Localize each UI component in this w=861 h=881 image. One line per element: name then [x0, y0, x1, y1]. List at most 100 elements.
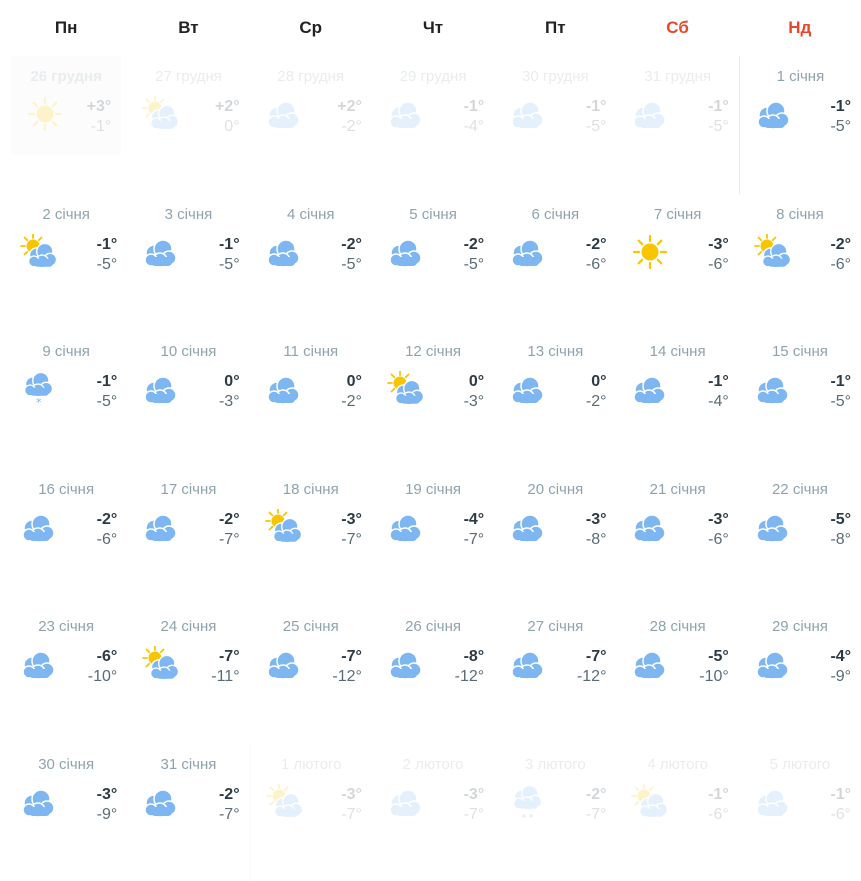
temp-min: -2°	[586, 393, 607, 411]
day-cell[interactable]: 23 січня-6°-10°	[5, 606, 127, 744]
day-cell[interactable]: 2 січня-1°-5°	[5, 194, 127, 332]
day-date: 11 січня	[250, 343, 372, 360]
day-cell[interactable]: 19 січня-4°-7°	[372, 469, 494, 607]
temp-min: -3°	[464, 393, 485, 411]
day-cell[interactable]: 27 січня-7°-12°	[494, 606, 616, 744]
day-cell[interactable]: 26 грудня+3°-1°	[11, 56, 121, 154]
temp-max: +3°	[87, 98, 112, 116]
day-cell[interactable]: 18 січня-3°-7°	[250, 469, 372, 607]
day-date: 25 січня	[250, 618, 372, 635]
day-cell[interactable]: 8 січня-2°-6°	[739, 194, 861, 332]
day-date: 6 січня	[494, 206, 616, 223]
day-date: 30 грудня	[494, 68, 616, 85]
cloudy-icon	[630, 371, 670, 407]
temp-max: -3°	[97, 786, 118, 804]
day-date: 18 січня	[250, 481, 372, 498]
cloudy-icon	[141, 784, 181, 820]
day-cell[interactable]: 31 грудня-1°-5°	[616, 56, 738, 194]
day-cell[interactable]: 22 січня-5°-8°	[739, 469, 861, 607]
snow-icon: *	[19, 371, 59, 407]
partly-cloudy-icon	[264, 509, 304, 545]
temp-min: -5°	[97, 256, 118, 274]
cloudy-icon	[754, 96, 794, 132]
day-date: 2 лютого	[372, 756, 494, 773]
day-cell[interactable]: 11 січня0°-2°	[250, 331, 372, 469]
day-cell[interactable]: 15 січня-1°-5°	[739, 331, 861, 469]
temp-min: -6°	[830, 256, 851, 274]
temp-min: -7°	[586, 806, 607, 824]
day-cell[interactable]: 1 січня-1°-5°	[739, 56, 861, 194]
day-cell[interactable]: 14 січня-1°-4°	[616, 331, 738, 469]
cloudy-icon	[630, 509, 670, 545]
day-cell[interactable]: 5 лютого-1°-6°	[739, 744, 861, 881]
cloudy-icon	[508, 509, 548, 545]
temp-max: -1°	[830, 373, 851, 391]
svg-text:*: *	[36, 396, 42, 407]
weekday-label: Сб	[616, 0, 738, 56]
temp-max: 0°	[224, 373, 239, 391]
day-cell[interactable]: 9 січня*-1°-5°	[5, 331, 127, 469]
day-cell[interactable]: 29 січня-4°-9°	[739, 606, 861, 744]
cloudy-icon	[508, 96, 548, 132]
day-cell[interactable]: 5 січня-2°-5°	[372, 194, 494, 332]
day-date: 4 січня	[250, 206, 372, 223]
temp-min: -5°	[708, 118, 729, 136]
day-cell[interactable]: 24 січня-7°-11°	[127, 606, 249, 744]
day-cell[interactable]: 1 лютого-3°-7°	[250, 744, 372, 881]
day-cell[interactable]: 10 січня0°-3°	[127, 331, 249, 469]
day-date: 19 січня	[372, 481, 494, 498]
cloudy-icon	[753, 509, 793, 545]
cloudy-icon	[386, 234, 426, 270]
cloudy-icon	[508, 371, 548, 407]
day-cell[interactable]: 7 січня-3°-6°	[616, 194, 738, 332]
temp-max: -1°	[830, 786, 851, 804]
day-cell[interactable]: 17 січня-2°-7°	[127, 469, 249, 607]
day-cell[interactable]: 4 лютого-1°-6°	[616, 744, 738, 881]
day-cell[interactable]: 21 січня-3°-6°	[616, 469, 738, 607]
day-date: 20 січня	[494, 481, 616, 498]
day-cell[interactable]: 2 лютого-3°-7°	[372, 744, 494, 881]
temp-min: -4°	[464, 118, 485, 136]
day-cell[interactable]: 4 січня-2°-5°	[250, 194, 372, 332]
day-cell[interactable]: 3 січня-1°-5°	[127, 194, 249, 332]
temp-min: -7°	[219, 806, 240, 824]
temp-max: -5°	[830, 511, 851, 529]
day-cell[interactable]: 6 січня-2°-6°	[494, 194, 616, 332]
day-date: 28 січня	[616, 618, 738, 635]
day-date: 23 січня	[5, 618, 127, 635]
day-cell[interactable]: 31 січня-2°-7°	[127, 744, 249, 881]
partly-cloudy-icon	[753, 234, 793, 270]
day-cell[interactable]: 26 січня-8°-12°	[372, 606, 494, 744]
day-cell[interactable]: 13 січня0°-2°	[494, 331, 616, 469]
day-cell[interactable]: 28 грудня+2°-2°	[250, 56, 372, 194]
day-cell[interactable]: 29 грудня-1°-4°	[372, 56, 494, 194]
temp-min: -7°	[341, 531, 362, 549]
partly-cloudy-icon	[265, 784, 305, 820]
day-cell[interactable]: 20 січня-3°-8°	[494, 469, 616, 607]
cloudy-icon	[141, 234, 181, 270]
temp-min: -5°	[464, 256, 485, 274]
temp-max: -1°	[219, 236, 240, 254]
day-cell[interactable]: 25 січня-7°-12°	[250, 606, 372, 744]
day-cell[interactable]: 30 грудня-1°-5°	[494, 56, 616, 194]
temp-min: -5°	[97, 393, 118, 411]
weekday-header: ПнВтСрЧтПтСбНд	[5, 0, 861, 56]
day-cell[interactable]: 30 січня-3°-9°	[5, 744, 127, 881]
temp-min: -7°	[341, 806, 362, 824]
day-cell[interactable]: 27 грудня+2°0°	[127, 56, 249, 194]
day-cell[interactable]: 3 лютого-2°-7°	[494, 744, 616, 881]
day-cell[interactable]: 12 січня0°-3°	[372, 331, 494, 469]
partly-cloudy-icon	[141, 96, 181, 132]
temp-min: 0°	[224, 118, 239, 136]
temp-min: -11°	[211, 668, 239, 686]
day-cell[interactable]: 16 січня-2°-6°	[5, 469, 127, 607]
cloudy-icon	[19, 784, 59, 820]
day-date: 3 лютого	[494, 756, 616, 773]
temp-max: -2°	[830, 236, 851, 254]
day-cell[interactable]: 28 січня-5°-10°	[616, 606, 738, 744]
temp-max: -1°	[97, 236, 118, 254]
day-date: 17 січня	[127, 481, 249, 498]
day-date: 12 січня	[372, 343, 494, 360]
temp-max: -3°	[708, 236, 729, 254]
day-date: 21 січня	[616, 481, 738, 498]
